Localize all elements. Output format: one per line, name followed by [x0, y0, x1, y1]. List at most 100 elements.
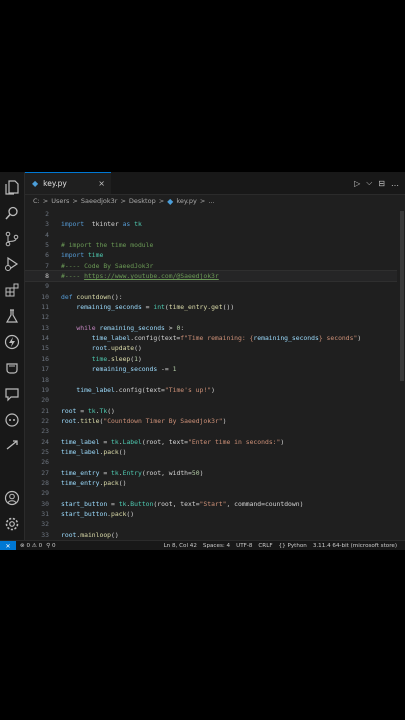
code-text: #---- Code By SaeedJok3r [61, 261, 153, 271]
breadcrumb-desktop[interactable]: Desktop [129, 197, 156, 205]
line-number: 29 [41, 489, 49, 498]
breadcrumb-separator: > [120, 197, 126, 205]
vertical-scrollbar[interactable] [399, 209, 405, 540]
scrollbar-thumb[interactable] [400, 211, 404, 381]
code-line[interactable]: 8 #---- https://www.youtube.com/@Saeedjok… [25, 270, 397, 283]
indentation[interactable]: Spaces: 4 [203, 543, 230, 549]
code-line[interactable]: 30 start_button = tk.Button(root, text="S… [25, 499, 397, 509]
code-token: time_label [61, 437, 100, 446]
tab-bar: ◆ key.py × ▷ ⌵ ⊟ … [25, 172, 405, 195]
problems-indicator[interactable]: ⊗ 0 ⚠ 0 [20, 543, 42, 549]
close-icon[interactable]: × [98, 179, 105, 188]
code-token: = [141, 303, 154, 312]
code-line[interactable]: 17 remaining_seconds -= 1 [25, 364, 397, 374]
thunder-client-icon[interactable] [4, 334, 20, 350]
code-line[interactable]: 24 time_label = tk.Label(root, text="Ente… [25, 437, 397, 447]
chat-icon[interactable] [4, 386, 20, 402]
code-token[interactable]: https://www.youtube.com/@Saeedjok3r [84, 272, 219, 280]
code-line[interactable]: 13 while remaining_seconds > 0: [25, 323, 397, 333]
code-line[interactable]: 32 [25, 519, 397, 529]
code-token: = [99, 437, 112, 446]
code-token: (root, width= [141, 468, 192, 477]
more-actions-icon[interactable]: … [391, 179, 399, 188]
code-line[interactable]: 21 root = tk.Tk() [25, 406, 397, 416]
code-token: ) [222, 416, 227, 425]
code-token: def [61, 292, 73, 301]
code-line[interactable]: 28 time_entry.pack() [25, 478, 397, 488]
settings-gear-icon[interactable] [4, 516, 20, 532]
code-line[interactable]: 12 [25, 312, 397, 322]
live-share-icon[interactable] [4, 437, 20, 453]
testing-icon[interactable] [4, 308, 20, 324]
account-icon[interactable] [4, 490, 20, 506]
run-python-file-icon[interactable]: ▷ [354, 179, 360, 188]
code-token: #---- [61, 272, 85, 281]
code-line[interactable]: 19 time_label.config(text="Time's up!") [25, 385, 397, 395]
code-line[interactable]: 11 remaining_seconds = int(time_entry.ge… [25, 302, 397, 312]
code-line[interactable]: 29 [25, 488, 397, 498]
code-editor[interactable]: 2 3 import tkinter as tk 4 5 # import the tim… [25, 209, 397, 540]
flask-icon[interactable] [4, 360, 20, 376]
github-copilot-icon[interactable] [4, 412, 20, 428]
explorer-icon[interactable] [4, 179, 20, 195]
code-text: # import the time module [61, 240, 153, 250]
code-token: pack [103, 478, 119, 487]
line-number: 9 [45, 282, 49, 291]
source-control-icon[interactable] [4, 231, 20, 247]
code-line[interactable]: 20 [25, 395, 397, 405]
breadcrumb-user-folder[interactable]: Saeedjok3r [81, 197, 118, 205]
code-line[interactable]: 9 [25, 281, 397, 291]
line-number: 22 [41, 416, 49, 425]
code-token: Button [130, 499, 154, 508]
code-line[interactable]: 27 time_entry = tk.Entry(root, width=50) [25, 468, 397, 478]
language-mode[interactable]: {} Python [279, 543, 307, 549]
code-line[interactable]: 18 [25, 375, 397, 385]
ports-indicator[interactable]: ⚲ 0 [46, 543, 55, 549]
end-of-line[interactable]: CRLF [258, 543, 272, 549]
code-line[interactable]: 7 #---- Code By SaeedJok3r [25, 261, 397, 271]
code-token: remaining_seconds [61, 303, 142, 312]
code-line[interactable]: 23 [25, 426, 397, 436]
line-number: 20 [41, 396, 49, 405]
code-line[interactable]: 2 [25, 209, 397, 219]
code-line[interactable]: 14 time_label.config(text=f"Time remaini… [25, 333, 397, 343]
code-line[interactable]: 5 # import the time module [25, 240, 397, 250]
code-token: } seconds" [318, 334, 358, 343]
code-line[interactable]: 22 root.title("Countdown Timer By Saeedjo… [25, 416, 397, 426]
search-icon[interactable] [4, 205, 20, 221]
code-line[interactable]: 15 root.update() [25, 343, 397, 353]
run-dropdown-chevron-icon[interactable]: ⌵ [366, 178, 372, 188]
code-line[interactable]: 33 root.mainloop() [25, 530, 397, 540]
editor-actions: ▷ ⌵ ⊟ … [354, 172, 399, 194]
code-token: countdown [72, 292, 112, 301]
breadcrumb-file[interactable]: key.py [176, 197, 197, 205]
code-line[interactable]: 25 time_label.pack() [25, 447, 397, 457]
tab-key-py[interactable]: ◆ key.py × [25, 172, 111, 194]
code-line[interactable]: 10 def countdown(): [25, 292, 397, 302]
code-token: tk [111, 437, 119, 446]
code-token: int [153, 303, 165, 312]
code-line[interactable]: 26 [25, 457, 397, 467]
python-interpreter[interactable]: 3.11.4 64-bit (microsoft store) [313, 543, 397, 549]
code-line[interactable]: 6 import time [25, 250, 397, 260]
cursor-position[interactable]: Ln 8, Col 42 [164, 543, 197, 549]
encoding[interactable]: UTF-8 [236, 543, 252, 549]
split-editor-icon[interactable]: ⊟ [378, 179, 385, 188]
code-token: root [61, 344, 108, 353]
breadcrumb-users[interactable]: Users [51, 197, 69, 205]
breadcrumb-drive[interactable]: C: [33, 197, 40, 205]
extensions-icon[interactable] [4, 282, 20, 298]
code-token: 50 [191, 468, 200, 477]
run-debug-icon[interactable] [4, 256, 20, 272]
code-line[interactable]: 16 time.sleep(1) [25, 354, 397, 364]
code-token: root [61, 406, 77, 415]
tab-label: key.py [43, 179, 67, 188]
remote-indicator-icon[interactable]: ✕ [0, 541, 16, 550]
code-token: () [118, 478, 127, 487]
code-line[interactable]: 4 [25, 230, 397, 240]
code-line[interactable]: 31 start_button.pack() [25, 509, 397, 519]
breadcrumb-more[interactable]: … [208, 197, 215, 205]
code-line[interactable]: 3 import tkinter as tk [25, 219, 397, 229]
code-text: remaining_seconds -= 1 [61, 364, 177, 374]
line-number: 11 [41, 303, 49, 312]
